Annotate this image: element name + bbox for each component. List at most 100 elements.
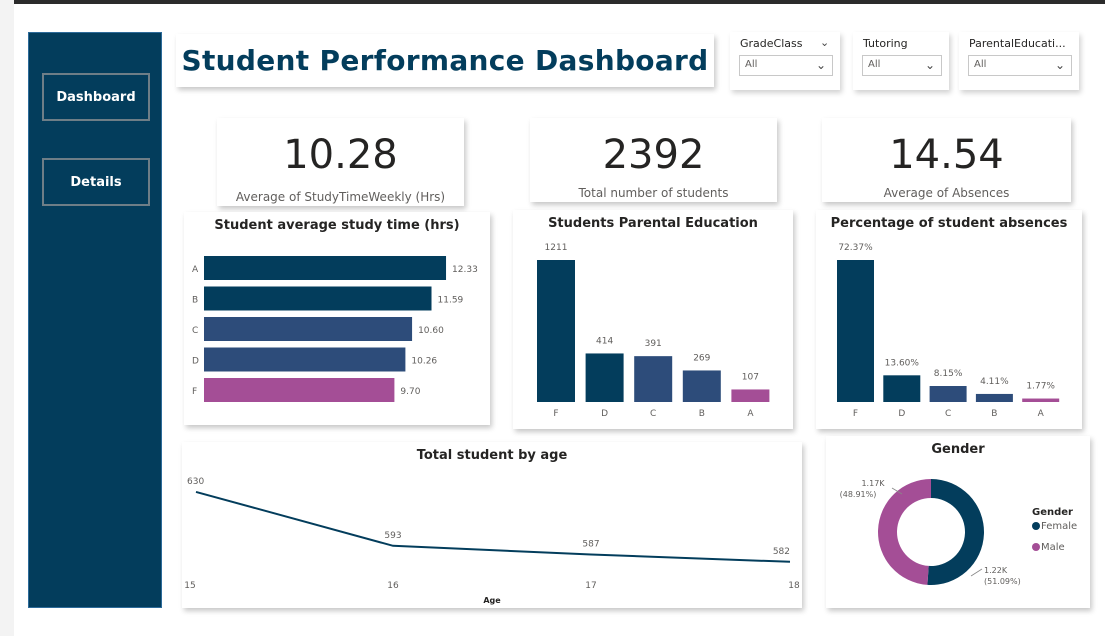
kpi-value: 2392 [602,132,705,178]
chevron-down-icon: ⌄ [924,58,935,72]
parental-education-slicer[interactable]: ParentalEducati... All ⌄ [959,32,1079,90]
legend-label: Male [1041,542,1065,553]
legend-title: Gender [1032,507,1073,518]
bar [204,317,413,341]
parental-education-bar-chart: 1211 F 414 D 391 C 269 B 107 A [537,243,770,419]
gradeclass-dropdown[interactable]: All ⌄ [739,55,833,76]
sidebar: Dashboard Details [28,32,162,608]
window-top-border [0,0,1105,4]
x-tick-label: 16 [387,581,399,591]
absences-bar-chart: 72.37% F 13.60% D 8.15% C 4.11% B 1.77% A [837,243,1060,419]
x-tick-label: 15 [184,581,195,591]
bar [204,256,447,280]
data-label: 72.37% [838,243,873,253]
category-label: D [898,409,905,419]
data-label: 107 [742,372,759,382]
study-time-bar-chart: A 12.33 B 11.59 C 10.60 D 10.26 F 9.70 [192,256,478,402]
data-label: 593 [384,531,401,541]
category-label: A [1038,409,1045,419]
category-label: C [650,409,656,419]
category-label: B [699,409,705,419]
data-label: 1.22K [984,566,1008,575]
data-label: 9.70 [400,387,420,397]
slicer-label: Tutoring [863,37,908,50]
kpi-label: Total number of students [578,186,729,200]
bar [634,356,673,402]
details-nav-button[interactable]: Details [42,158,150,206]
legend-label: Female [1041,521,1077,532]
data-label: 11.59 [438,296,464,306]
kpi-card-study-time: 10.28 Average of StudyTimeWeekly (Hrs) [217,118,464,206]
bar [883,375,921,402]
x-tick-label: 18 [788,581,800,591]
data-label: (51.09%) [984,577,1021,586]
data-label: 13.60% [885,358,920,368]
slice [927,479,984,585]
slice [877,479,931,585]
kpi-value: 14.54 [889,132,1004,178]
category-label: C [945,409,951,419]
age-line-chart: 630 15 593 16 587 17 582 18 Age [184,477,800,605]
category-label: B [192,296,198,306]
chevron-down-icon[interactable]: ⌄ [820,36,829,49]
chevron-down-icon: ⌄ [815,58,826,72]
category-label: F [853,409,858,419]
age-line-chart-card: Total student by age 630 15 593 16 587 17 582 1… [182,442,802,608]
data-label: 1.77% [1026,382,1055,392]
bar [731,389,770,402]
slicer-label: GradeClass [740,37,803,50]
kpi-label: Average of StudyTimeWeekly (Hrs) [235,190,446,204]
category-label: A [747,409,754,419]
x-axis-title: Age [483,596,501,605]
data-label: (48.91%) [840,490,877,499]
tutoring-dropdown[interactable]: All ⌄ [862,55,942,76]
chevron-down-icon: ⌄ [1054,58,1065,72]
category-label: F [553,409,558,419]
slicer-label: ParentalEducati... [969,37,1066,50]
bar [204,286,432,311]
bar [204,378,395,402]
data-label: 8.15% [934,369,963,379]
dropdown-value: All [745,59,758,70]
category-label: F [192,387,197,397]
dropdown-value: All [974,59,987,70]
gender-donut-chart: 1.22K (51.09%) 1.17K (48.91%) Gender Female Ma… [840,479,1077,586]
absences-chart-card: Percentage of student absences 72.37% F 13… [816,210,1082,429]
bar [975,393,1013,402]
leader-line [970,568,983,577]
dashboard-nav-button[interactable]: Dashboard [42,73,150,121]
data-label: 269 [693,353,710,363]
kpi-value: 10.28 [283,132,398,178]
category-label: D [192,357,199,367]
bar [682,370,721,402]
gender-chart-card: Gender 1.22K (51.09%) 1.17K (48.91%) Gender F… [826,436,1090,608]
legend-marker [1032,522,1040,530]
tutoring-slicer[interactable]: Tutoring All ⌄ [853,32,949,90]
window-left-gutter [0,0,14,636]
data-label: 582 [773,547,790,557]
data-label: 10.60 [418,326,444,336]
category-label: C [192,326,198,336]
data-label: 1211 [545,243,568,253]
series-line [195,490,791,563]
gradeclass-slicer[interactable]: GradeClass ⌄ All ⌄ [730,32,840,90]
parental-education-dropdown[interactable]: All ⌄ [968,55,1072,76]
parental-education-chart-card: Students Parental Education 1211 F 414 D 391… [513,210,793,429]
category-label: D [601,409,608,419]
data-label: 391 [645,339,662,349]
data-label: 4.11% [980,377,1009,387]
data-label: 1.17K [861,479,885,488]
kpi-label: Average of Absences [883,186,1010,200]
data-label: 12.33 [452,265,478,275]
legend-marker [1032,543,1040,551]
bar [537,260,575,402]
bar [204,347,406,372]
x-tick-label: 17 [585,581,596,591]
bar [585,353,624,402]
bar [929,386,967,402]
page-title: Student Performance Dashboard [181,44,709,77]
data-label: 414 [596,336,613,346]
kpi-card-total-students: 2392 Total number of students [530,118,777,202]
dropdown-value: All [868,59,881,70]
bar [1022,398,1060,402]
